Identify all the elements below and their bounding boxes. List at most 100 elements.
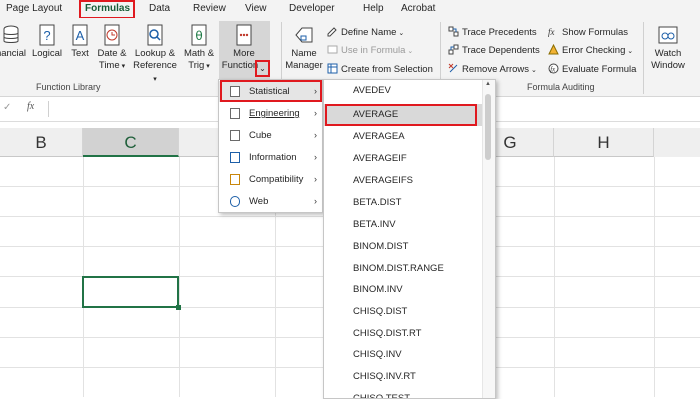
tab-page-layout[interactable]: Page Layout	[6, 3, 62, 14]
function-item[interactable]: BETA.DIST	[324, 192, 482, 214]
name-manager-button[interactable]: Name Manager	[283, 24, 325, 72]
submenu-arrow-icon: ›	[314, 152, 317, 162]
svg-text:?: ?	[43, 28, 50, 43]
trace-precedents-label: Trace Precedents	[462, 27, 537, 38]
menu-item-web[interactable]: Web ›	[219, 191, 322, 212]
watch-window-button[interactable]: Watch Window	[646, 24, 690, 72]
menu-item-label: Information	[249, 152, 297, 163]
submenu-arrow-icon: ›	[314, 174, 317, 184]
menu-item-cube[interactable]: Cube ›	[219, 125, 322, 146]
function-label: AVERAGEIF	[353, 153, 407, 164]
trace-precedents-button[interactable]: Trace Precedents	[448, 26, 537, 38]
define-name-icon	[327, 27, 337, 37]
function-label: AVERAGEIFS	[353, 175, 414, 186]
remove-arrows-label: Remove Arrows	[462, 64, 530, 75]
warning-icon	[548, 44, 559, 55]
define-name-button[interactable]: Define Name ⌄	[327, 26, 404, 38]
show-formulas-button[interactable]: fx Show Formulas	[548, 26, 628, 38]
scroll-up-icon[interactable]: ▲	[485, 81, 491, 87]
date-time-label-1: Date &	[97, 48, 127, 59]
lookup-label-2: Reference	[133, 60, 177, 71]
average-highlight	[325, 104, 477, 126]
function-item[interactable]: CHISQ.INV.RT	[324, 366, 482, 388]
function-label: CHISQ.DIST	[353, 306, 408, 317]
function-item[interactable]: AVERAGEIFS	[324, 170, 482, 192]
evaluate-formula-label: Evaluate Formula	[562, 64, 637, 75]
svg-text:fx: fx	[550, 66, 556, 74]
name-manager-label-2: Manager	[285, 60, 323, 71]
formulas-tab-highlight	[79, 0, 135, 19]
menu-item-compatibility[interactable]: Compatibility ›	[219, 169, 322, 190]
grid-line	[554, 157, 555, 397]
remove-arrows-button[interactable]: Remove Arrows ⌄	[448, 63, 537, 75]
tab-data[interactable]: Data	[149, 3, 170, 14]
function-item[interactable]: BETA.INV	[324, 214, 482, 236]
function-item[interactable]: AVERAGEIF	[324, 148, 482, 170]
use-in-formula-label: Use in Formula	[341, 45, 406, 56]
text-label: Text	[71, 48, 89, 59]
submenu-scroll-thumb[interactable]	[485, 94, 491, 160]
grid-line	[179, 157, 180, 397]
use-in-formula-icon	[327, 45, 338, 54]
date-time-button[interactable]: Date & Time ▾	[95, 24, 129, 73]
remove-arrows-icon	[448, 63, 458, 73]
function-item[interactable]: CHISQ.TEST	[324, 388, 482, 399]
function-label: CHISQ.INV.RT	[353, 371, 416, 382]
logical-button[interactable]: ? Logical	[30, 24, 64, 60]
function-item[interactable]: CHISQ.DIST.RT	[324, 323, 482, 345]
error-checking-button[interactable]: Error Checking ⌄	[548, 44, 633, 56]
create-from-selection-button[interactable]: Create from Selection	[327, 63, 433, 75]
name-manager-label-1: Name	[291, 48, 317, 59]
menu-item-information[interactable]: Information ›	[219, 147, 322, 168]
function-item[interactable]: AVERAGEA	[324, 126, 482, 148]
trace-dependents-button[interactable]: Trace Dependents	[448, 44, 540, 56]
fill-handle[interactable]	[176, 305, 181, 310]
function-item[interactable]: BINOM.INV	[324, 279, 482, 301]
submenu-arrow-icon: ›	[314, 108, 317, 118]
function-label: BETA.DIST	[353, 197, 402, 208]
tab-help[interactable]: Help	[363, 3, 384, 14]
function-label: CHISQ.TEST	[353, 393, 411, 399]
menu-item-engineering[interactable]: Engineering ›	[219, 103, 322, 124]
trace-dependents-label: Trace Dependents	[462, 45, 540, 56]
use-in-formula-button[interactable]: Use in Formula ⌄	[327, 44, 413, 56]
grid-line	[654, 157, 655, 397]
text-icon: A	[72, 24, 88, 46]
tab-review[interactable]: Review	[193, 3, 226, 14]
selected-cell[interactable]	[82, 276, 179, 308]
error-checking-label: Error Checking	[562, 45, 626, 56]
watch-window-label-2: Window	[651, 60, 685, 71]
tab-developer[interactable]: Developer	[289, 3, 335, 14]
function-item[interactable]: BINOM.DIST.RANGE	[324, 258, 482, 280]
lookup-reference-button[interactable]: Lookup & Reference ▾	[131, 24, 179, 86]
column-header-b[interactable]: B	[0, 128, 83, 157]
submenu-arrow-icon: ›	[314, 196, 317, 206]
menu-item-label: Web	[249, 196, 269, 207]
tab-view[interactable]: View	[245, 3, 267, 14]
math-trig-icon: θ	[191, 24, 207, 46]
more-functions-arrow-highlight	[255, 60, 270, 77]
function-item[interactable]: CHISQ.INV	[324, 344, 482, 366]
function-item[interactable]: CHISQ.DIST	[324, 301, 482, 323]
svg-text:fx: fx	[548, 27, 555, 37]
financial-button[interactable]: nancial	[0, 24, 28, 60]
financial-icon	[3, 25, 19, 43]
menu-item-label: Cube	[249, 130, 272, 141]
insert-function-icon[interactable]: fx	[27, 101, 34, 112]
function-label: CHISQ.INV	[353, 349, 402, 360]
function-item[interactable]: BINOM.DIST	[324, 236, 482, 258]
svg-text:A: A	[76, 28, 85, 43]
function-item[interactable]: AVEDEV	[324, 80, 482, 102]
function-label: BINOM.DIST	[353, 241, 409, 252]
text-button[interactable]: A Text	[67, 24, 93, 60]
tab-acrobat[interactable]: Acrobat	[401, 3, 435, 14]
information-icon	[230, 152, 240, 163]
function-label: AVEDEV	[353, 85, 391, 96]
function-label: CHISQ.DIST.RT	[353, 328, 422, 339]
column-header-h[interactable]: H	[554, 128, 654, 157]
evaluate-formula-button[interactable]: fx Evaluate Formula	[548, 63, 636, 75]
trace-precedents-icon	[448, 26, 459, 37]
group-separator	[643, 22, 644, 94]
column-header-c[interactable]: C	[83, 128, 179, 157]
math-trig-button[interactable]: θ Math & Trig ▾	[181, 24, 217, 73]
